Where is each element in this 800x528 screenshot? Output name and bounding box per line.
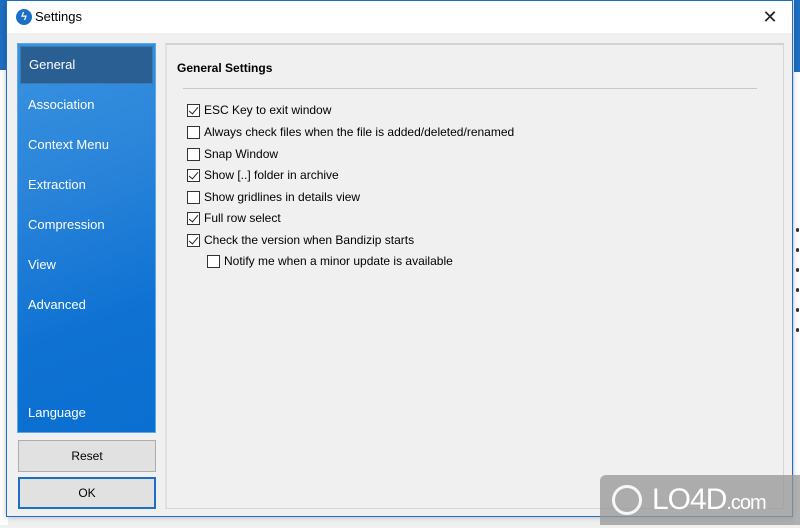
option-notify-minor-update[interactable]: Notify me when a minor update is availab… — [207, 254, 453, 268]
option-label: Check the version when Bandizip starts — [204, 233, 415, 247]
sidebar-item-extraction[interactable]: Extraction — [20, 166, 153, 204]
checkbox-unchecked[interactable] — [187, 190, 200, 204]
option-esc-key-exit[interactable]: ESC Key to exit window — [187, 103, 331, 117]
option-full-row-select[interactable]: Full row select — [187, 211, 281, 225]
section-title: General Settings — [177, 61, 273, 75]
lo4d-logo-icon — [612, 485, 642, 515]
sidebar-item-language[interactable]: Language — [20, 394, 153, 432]
watermark-suffix: .com — [726, 492, 766, 514]
option-show-parent-folder[interactable]: Show [..] folder in archive — [187, 168, 339, 182]
reset-button[interactable]: Reset — [18, 440, 156, 472]
bullet-icon — [796, 228, 799, 232]
bandizip-bolt-icon: ϟ — [16, 9, 32, 25]
bullet-icon — [796, 308, 799, 312]
bullet-icon — [796, 268, 799, 272]
window-title: Settings — [35, 9, 82, 24]
checkbox-checked[interactable] — [187, 168, 200, 182]
title-bar[interactable]: ϟ Settings ✕ — [7, 1, 792, 33]
bullet-icon — [796, 328, 799, 332]
watermark-brand: LO4D — [652, 483, 727, 516]
sidebar-item-advanced[interactable]: Advanced — [20, 286, 153, 324]
checkbox-checked[interactable] — [187, 233, 200, 247]
checkbox-unchecked[interactable] — [187, 125, 200, 139]
section-divider — [183, 88, 757, 89]
bullet-icon — [796, 288, 799, 292]
bullet-icon — [796, 248, 799, 252]
settings-sidebar: General Association Context Menu Extract… — [17, 43, 156, 433]
watermark: LO4D.com — [600, 475, 800, 525]
option-snap-window[interactable]: Snap Window — [187, 147, 278, 161]
sidebar-item-association[interactable]: Association — [20, 86, 153, 124]
option-label: Full row select — [204, 211, 281, 225]
settings-dialog: ϟ Settings ✕ General Association Context… — [6, 0, 793, 517]
option-label: Show gridlines in details view — [204, 190, 361, 204]
checkbox-unchecked[interactable] — [207, 254, 220, 268]
sidebar-item-compression[interactable]: Compression — [20, 206, 153, 244]
sidebar-item-view[interactable]: View — [20, 246, 153, 284]
option-label: Show [..] folder in archive — [204, 168, 339, 182]
sidebar-item-context-menu[interactable]: Context Menu — [20, 126, 153, 164]
option-label: Snap Window — [204, 147, 279, 161]
background-app-right — [794, 0, 800, 525]
ok-button[interactable]: OK — [18, 477, 156, 509]
option-label: ESC Key to exit window — [204, 103, 332, 117]
option-show-gridlines[interactable]: Show gridlines in details view — [187, 190, 360, 204]
option-always-check-files[interactable]: Always check files when the file is adde… — [187, 125, 514, 139]
option-check-version[interactable]: Check the version when Bandizip starts — [187, 233, 414, 247]
option-label: Always check files when the file is adde… — [204, 125, 515, 139]
watermark-text: LO4D.com — [652, 475, 767, 528]
checkbox-checked[interactable] — [187, 211, 200, 225]
checkbox-checked[interactable] — [187, 103, 200, 117]
background-app-toolbar-right — [794, 0, 800, 72]
close-button[interactable]: ✕ — [756, 5, 784, 29]
checkbox-unchecked[interactable] — [187, 147, 200, 161]
option-label: Notify me when a minor update is availab… — [224, 254, 453, 268]
settings-content-panel: General Settings ESC Key to exit window … — [165, 43, 784, 509]
sidebar-item-general[interactable]: General — [20, 46, 153, 84]
